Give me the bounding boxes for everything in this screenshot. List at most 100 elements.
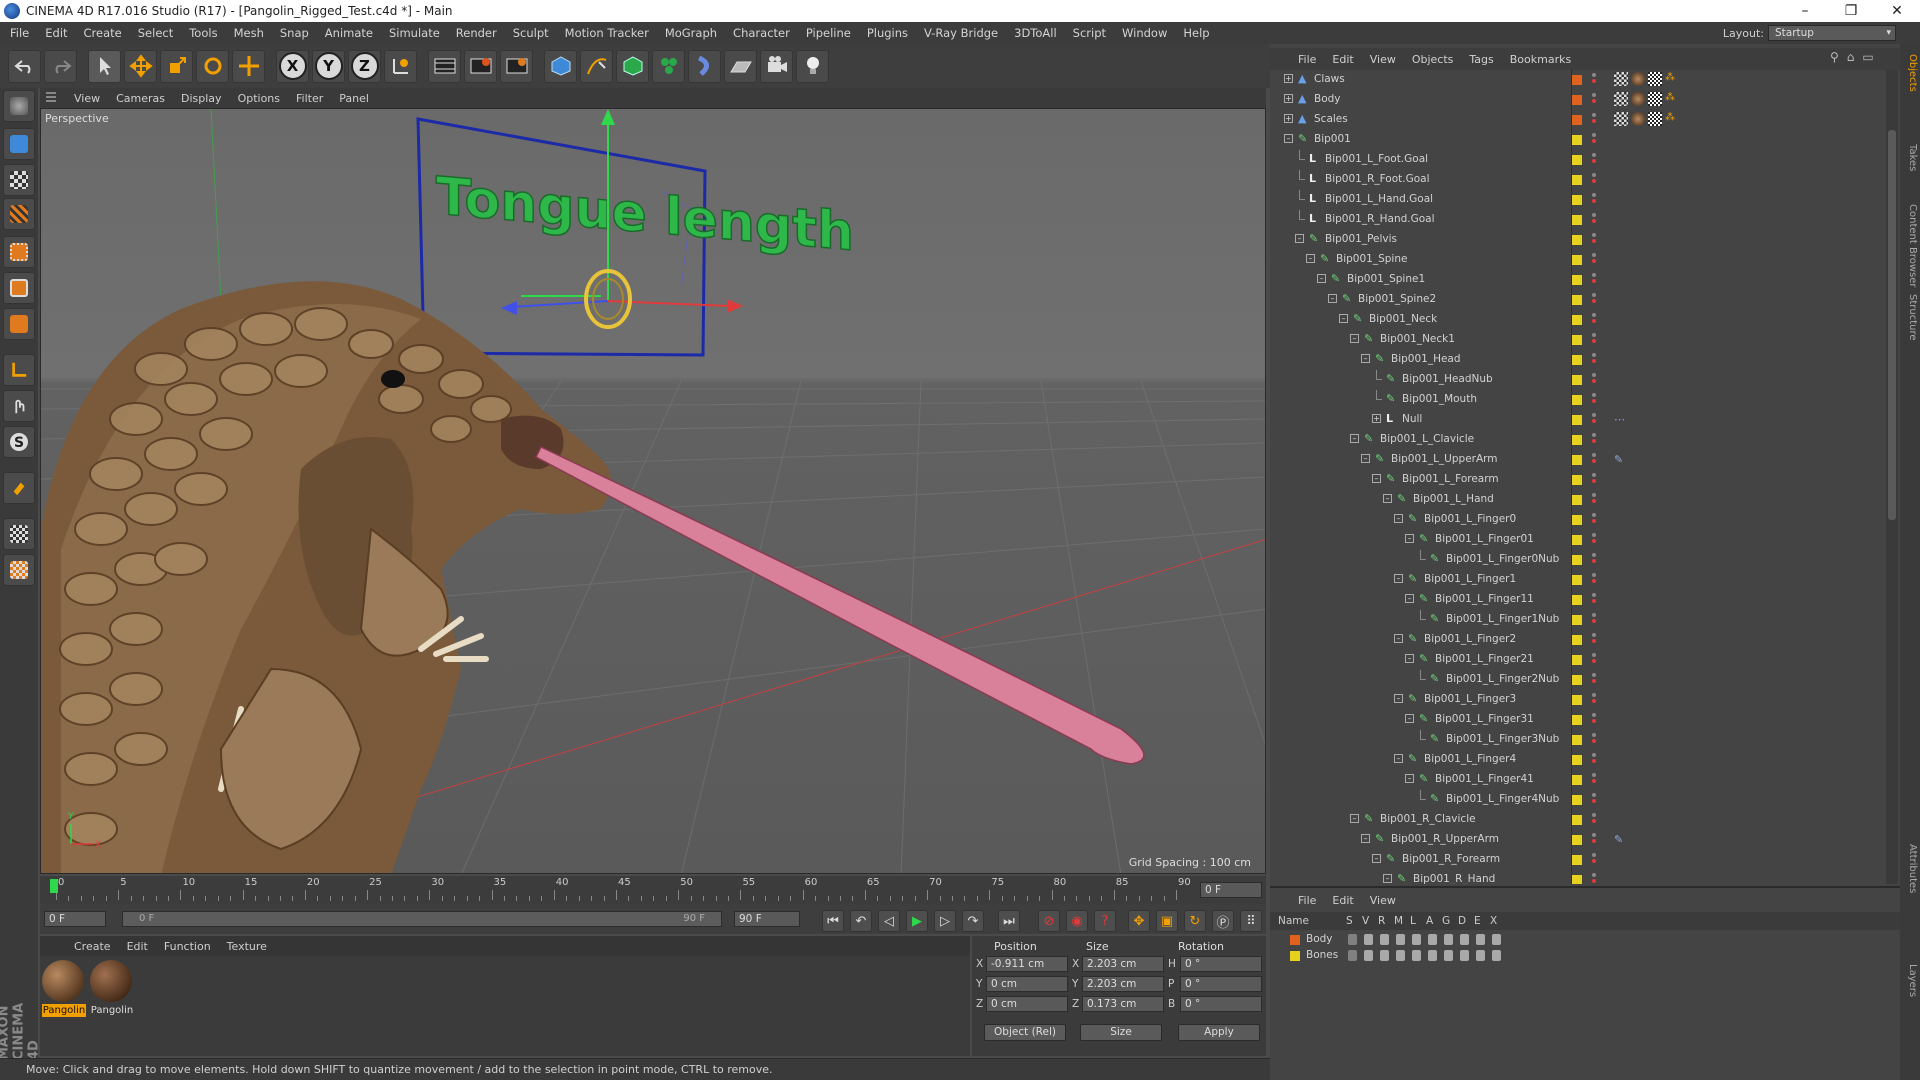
editor-visibility-dot[interactable]: [1592, 413, 1596, 417]
editor-visibility-dot[interactable]: [1592, 633, 1596, 637]
object-row[interactable]: ✎ Bip001_L_Finger0Nub: [1270, 550, 1886, 570]
object-row[interactable]: + ▲ Scales ⁂: [1270, 110, 1886, 130]
layer-color-swatch[interactable]: [1572, 495, 1582, 505]
menu-simulate[interactable]: Simulate: [381, 26, 448, 40]
polygons-mode-button[interactable]: [3, 308, 35, 340]
layer-color-swatch[interactable]: [1572, 335, 1582, 345]
editor-visibility-dot[interactable]: [1592, 353, 1596, 357]
collapse-icon[interactable]: –: [1361, 354, 1370, 363]
editor-visibility-dot[interactable]: [1592, 193, 1596, 197]
object-row[interactable]: – ✎ Bip001_L_Finger41: [1270, 770, 1886, 790]
render-visibility-dot[interactable]: [1592, 139, 1596, 143]
layer-color-swatch[interactable]: [1572, 675, 1582, 685]
texture-tag-icon[interactable]: [1648, 92, 1662, 106]
editor-visibility-dot[interactable]: [1592, 533, 1596, 537]
snapping-button[interactable]: S: [3, 426, 35, 458]
render-view-icon[interactable]: [428, 49, 461, 83]
object-row[interactable]: – ✎ Bip001_L_Finger0: [1270, 510, 1886, 530]
material-swatch[interactable]: Pangolin: [42, 960, 86, 1020]
texture-mode-button[interactable]: [3, 164, 35, 196]
position-key-button[interactable]: ✥: [1128, 910, 1150, 932]
model-mode-button[interactable]: [3, 128, 35, 160]
timeline-ruler[interactable]: 0 5 10 15 20 25 30 35 40 45 50 55 60 65 70 75 80 85 90 0 F: [40, 876, 1266, 904]
object-row[interactable]: – ✎ Bip001_Head: [1270, 350, 1886, 370]
new-view-icon[interactable]: ▭: [1862, 50, 1873, 64]
collapse-icon[interactable]: –: [1350, 434, 1359, 443]
render-visibility-dot[interactable]: [1592, 539, 1596, 543]
record-active-objects-button[interactable]: ⊘: [1038, 910, 1060, 932]
collapse-icon[interactable]: –: [1405, 594, 1414, 603]
render-visibility-dot[interactable]: [1592, 759, 1596, 763]
visibility-dots[interactable]: [1592, 93, 1596, 105]
deformer-icon[interactable]: [688, 49, 721, 83]
render-visibility-dot[interactable]: [1592, 399, 1596, 403]
editor-visibility-dot[interactable]: [1592, 573, 1596, 577]
gizmo-x-axis[interactable]: [607, 300, 732, 307]
visibility-dots[interactable]: [1592, 733, 1596, 745]
position-x-field[interactable]: -0.911 cm: [986, 956, 1068, 972]
object-row[interactable]: – ✎ Bip001_R_Forearm: [1270, 850, 1886, 870]
visibility-dots[interactable]: [1592, 453, 1596, 465]
editor-visibility-dot[interactable]: [1592, 513, 1596, 517]
visibility-dots[interactable]: [1592, 353, 1596, 365]
visibility-dots[interactable]: [1592, 713, 1596, 725]
visibility-dots[interactable]: [1592, 613, 1596, 625]
object-manager-scroll-thumb[interactable]: [1888, 130, 1896, 520]
collapse-icon[interactable]: –: [1317, 274, 1326, 283]
scale-tool-icon[interactable]: [160, 49, 193, 83]
frame-range-slider[interactable]: 0 F 90 F: [122, 911, 722, 927]
layer-color-swatch[interactable]: [1572, 815, 1582, 825]
material-menu-create[interactable]: Create: [66, 940, 119, 953]
layer-color-swatch[interactable]: [1572, 855, 1582, 865]
go-to-next-key-button[interactable]: ↷: [962, 910, 984, 932]
expand-icon[interactable]: +: [1372, 414, 1381, 423]
editor-visibility-dot[interactable]: [1592, 473, 1596, 477]
render-visibility-dot[interactable]: [1592, 99, 1596, 103]
object-row[interactable]: – ✎ Bip001_Spine1: [1270, 270, 1886, 290]
side-tab-layers[interactable]: Layers: [1902, 964, 1918, 997]
layer-color-swatch[interactable]: [1572, 315, 1582, 325]
collapse-icon[interactable]: –: [1328, 294, 1337, 303]
object-row[interactable]: – ✎ Bip001_R_UpperArm ✎: [1270, 830, 1886, 850]
render-visibility-dot[interactable]: [1592, 79, 1596, 83]
menu-character[interactable]: Character: [725, 26, 798, 40]
editor-visibility-dot[interactable]: [1592, 373, 1596, 377]
editor-visibility-dot[interactable]: [1592, 293, 1596, 297]
object-row[interactable]: – ✎ Bip001_L_Finger2: [1270, 630, 1886, 650]
render-visibility-dot[interactable]: [1592, 719, 1596, 723]
object-row[interactable]: + ▲ Body ⁂: [1270, 90, 1886, 110]
layer-render-icon[interactable]: [1380, 950, 1389, 961]
object-row[interactable]: – ✎ Bip001_L_Finger4: [1270, 750, 1886, 770]
object-row[interactable]: – ✎ Bip001_L_Clavicle: [1270, 430, 1886, 450]
render-visibility-dot[interactable]: [1592, 199, 1596, 203]
collapse-icon[interactable]: –: [1350, 334, 1359, 343]
collapse-icon[interactable]: –: [1372, 474, 1381, 483]
collapse-icon[interactable]: –: [1284, 134, 1293, 143]
visibility-dots[interactable]: [1592, 373, 1596, 385]
render-picture-viewer-icon[interactable]: [464, 49, 497, 83]
editor-visibility-dot[interactable]: [1592, 793, 1596, 797]
visibility-dots[interactable]: [1592, 293, 1596, 305]
object-row[interactable]: ✎ Bip001_L_Finger4Nub: [1270, 790, 1886, 810]
visibility-dots[interactable]: [1592, 273, 1596, 285]
visibility-dots[interactable]: [1592, 233, 1596, 245]
layer-deformers-icon[interactable]: [1460, 934, 1469, 945]
camera-object-icon[interactable]: [760, 49, 793, 83]
render-visibility-dot[interactable]: [1592, 559, 1596, 563]
visibility-dots[interactable]: [1592, 873, 1596, 884]
home-icon[interactable]: ⌂: [1847, 50, 1855, 64]
layer-color-swatch[interactable]: [1572, 415, 1582, 425]
layer-manager-icon[interactable]: [1396, 950, 1405, 961]
menu-sculpt[interactable]: Sculpt: [505, 26, 557, 40]
visibility-dots[interactable]: [1592, 153, 1596, 165]
editor-visibility-dot[interactable]: [1592, 693, 1596, 697]
viewport-menu-display[interactable]: Display: [173, 92, 230, 105]
layer-row[interactable]: Body: [1270, 932, 1900, 948]
keyframe-selection-button[interactable]: ?: [1094, 910, 1116, 932]
object-row[interactable]: – ✎ Bip001_Neck: [1270, 310, 1886, 330]
tongue-length-text-object[interactable]: Tongue length: [435, 166, 854, 264]
render-visibility-dot[interactable]: [1592, 859, 1596, 863]
ik-tag-icon[interactable]: ✎: [1614, 833, 1623, 846]
menu-motion-tracker[interactable]: Motion Tracker: [557, 26, 657, 40]
visibility-dots[interactable]: [1592, 313, 1596, 325]
